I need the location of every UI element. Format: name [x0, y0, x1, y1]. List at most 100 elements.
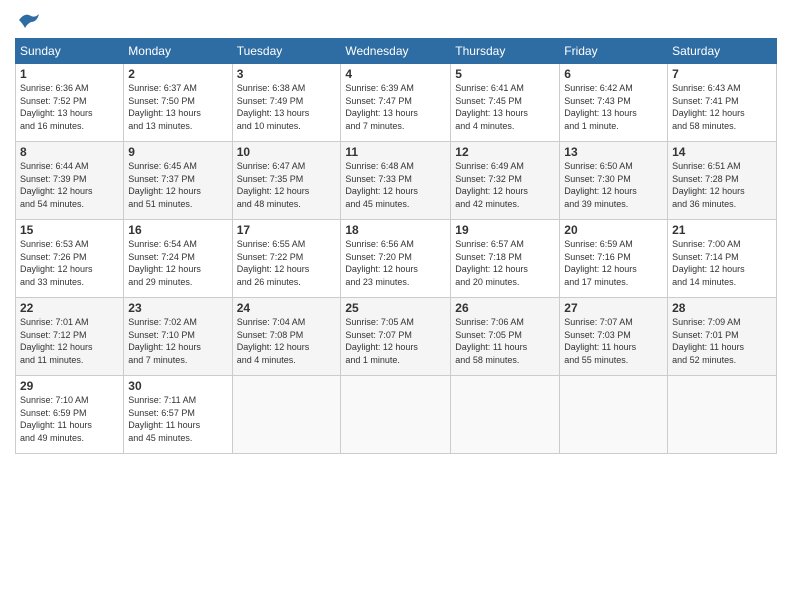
day-info: Sunrise: 7:05 AM Sunset: 7:07 PM Dayligh… — [345, 316, 446, 366]
calendar-cell: 10Sunrise: 6:47 AM Sunset: 7:35 PM Dayli… — [232, 142, 341, 220]
calendar-cell: 7Sunrise: 6:43 AM Sunset: 7:41 PM Daylig… — [668, 64, 777, 142]
calendar-cell: 12Sunrise: 6:49 AM Sunset: 7:32 PM Dayli… — [451, 142, 560, 220]
weekday-header-monday: Monday — [124, 39, 232, 64]
calendar-cell: 22Sunrise: 7:01 AM Sunset: 7:12 PM Dayli… — [16, 298, 124, 376]
calendar-cell: 5Sunrise: 6:41 AM Sunset: 7:45 PM Daylig… — [451, 64, 560, 142]
day-info: Sunrise: 7:10 AM Sunset: 6:59 PM Dayligh… — [20, 394, 119, 444]
weekday-header-sunday: Sunday — [16, 39, 124, 64]
day-number: 13 — [564, 145, 663, 159]
day-info: Sunrise: 6:57 AM Sunset: 7:18 PM Dayligh… — [455, 238, 555, 288]
calendar-cell: 15Sunrise: 6:53 AM Sunset: 7:26 PM Dayli… — [16, 220, 124, 298]
day-number: 7 — [672, 67, 772, 81]
day-info: Sunrise: 6:59 AM Sunset: 7:16 PM Dayligh… — [564, 238, 663, 288]
day-number: 21 — [672, 223, 772, 237]
day-number: 23 — [128, 301, 227, 315]
calendar-cell: 20Sunrise: 6:59 AM Sunset: 7:16 PM Dayli… — [560, 220, 668, 298]
day-info: Sunrise: 6:54 AM Sunset: 7:24 PM Dayligh… — [128, 238, 227, 288]
day-info: Sunrise: 6:51 AM Sunset: 7:28 PM Dayligh… — [672, 160, 772, 210]
calendar-cell: 11Sunrise: 6:48 AM Sunset: 7:33 PM Dayli… — [341, 142, 451, 220]
day-number: 10 — [237, 145, 337, 159]
calendar-cell: 1Sunrise: 6:36 AM Sunset: 7:52 PM Daylig… — [16, 64, 124, 142]
calendar-cell: 18Sunrise: 6:56 AM Sunset: 7:20 PM Dayli… — [341, 220, 451, 298]
calendar-cell: 30Sunrise: 7:11 AM Sunset: 6:57 PM Dayli… — [124, 376, 232, 454]
weekday-header-saturday: Saturday — [668, 39, 777, 64]
calendar-cell: 4Sunrise: 6:39 AM Sunset: 7:47 PM Daylig… — [341, 64, 451, 142]
calendar-cell — [668, 376, 777, 454]
calendar-week-row: 29Sunrise: 7:10 AM Sunset: 6:59 PM Dayli… — [16, 376, 777, 454]
calendar-cell: 29Sunrise: 7:10 AM Sunset: 6:59 PM Dayli… — [16, 376, 124, 454]
day-number: 11 — [345, 145, 446, 159]
day-info: Sunrise: 6:43 AM Sunset: 7:41 PM Dayligh… — [672, 82, 772, 132]
day-info: Sunrise: 6:56 AM Sunset: 7:20 PM Dayligh… — [345, 238, 446, 288]
day-number: 26 — [455, 301, 555, 315]
calendar-cell: 14Sunrise: 6:51 AM Sunset: 7:28 PM Dayli… — [668, 142, 777, 220]
day-info: Sunrise: 6:38 AM Sunset: 7:49 PM Dayligh… — [237, 82, 337, 132]
calendar-cell: 3Sunrise: 6:38 AM Sunset: 7:49 PM Daylig… — [232, 64, 341, 142]
calendar-cell: 13Sunrise: 6:50 AM Sunset: 7:30 PM Dayli… — [560, 142, 668, 220]
day-info: Sunrise: 6:39 AM Sunset: 7:47 PM Dayligh… — [345, 82, 446, 132]
day-info: Sunrise: 6:42 AM Sunset: 7:43 PM Dayligh… — [564, 82, 663, 132]
day-info: Sunrise: 7:00 AM Sunset: 7:14 PM Dayligh… — [672, 238, 772, 288]
day-number: 9 — [128, 145, 227, 159]
day-info: Sunrise: 7:11 AM Sunset: 6:57 PM Dayligh… — [128, 394, 227, 444]
day-number: 18 — [345, 223, 446, 237]
calendar-cell: 21Sunrise: 7:00 AM Sunset: 7:14 PM Dayli… — [668, 220, 777, 298]
day-number: 24 — [237, 301, 337, 315]
day-number: 25 — [345, 301, 446, 315]
day-number: 2 — [128, 67, 227, 81]
day-info: Sunrise: 6:49 AM Sunset: 7:32 PM Dayligh… — [455, 160, 555, 210]
day-number: 29 — [20, 379, 119, 393]
header — [15, 10, 777, 30]
day-info: Sunrise: 6:45 AM Sunset: 7:37 PM Dayligh… — [128, 160, 227, 210]
calendar-cell: 2Sunrise: 6:37 AM Sunset: 7:50 PM Daylig… — [124, 64, 232, 142]
day-number: 27 — [564, 301, 663, 315]
calendar-cell: 19Sunrise: 6:57 AM Sunset: 7:18 PM Dayli… — [451, 220, 560, 298]
day-info: Sunrise: 6:44 AM Sunset: 7:39 PM Dayligh… — [20, 160, 119, 210]
calendar-cell: 24Sunrise: 7:04 AM Sunset: 7:08 PM Dayli… — [232, 298, 341, 376]
day-info: Sunrise: 7:09 AM Sunset: 7:01 PM Dayligh… — [672, 316, 772, 366]
calendar-cell: 28Sunrise: 7:09 AM Sunset: 7:01 PM Dayli… — [668, 298, 777, 376]
day-info: Sunrise: 7:07 AM Sunset: 7:03 PM Dayligh… — [564, 316, 663, 366]
day-number: 22 — [20, 301, 119, 315]
calendar-cell: 27Sunrise: 7:07 AM Sunset: 7:03 PM Dayli… — [560, 298, 668, 376]
day-info: Sunrise: 7:02 AM Sunset: 7:10 PM Dayligh… — [128, 316, 227, 366]
day-number: 30 — [128, 379, 227, 393]
day-info: Sunrise: 6:53 AM Sunset: 7:26 PM Dayligh… — [20, 238, 119, 288]
day-info: Sunrise: 6:48 AM Sunset: 7:33 PM Dayligh… — [345, 160, 446, 210]
calendar-cell: 17Sunrise: 6:55 AM Sunset: 7:22 PM Dayli… — [232, 220, 341, 298]
calendar-table: SundayMondayTuesdayWednesdayThursdayFrid… — [15, 38, 777, 454]
calendar-cell — [560, 376, 668, 454]
day-info: Sunrise: 6:47 AM Sunset: 7:35 PM Dayligh… — [237, 160, 337, 210]
calendar-cell: 6Sunrise: 6:42 AM Sunset: 7:43 PM Daylig… — [560, 64, 668, 142]
day-number: 4 — [345, 67, 446, 81]
calendar-header-row: SundayMondayTuesdayWednesdayThursdayFrid… — [16, 39, 777, 64]
weekday-header-tuesday: Tuesday — [232, 39, 341, 64]
calendar-cell: 25Sunrise: 7:05 AM Sunset: 7:07 PM Dayli… — [341, 298, 451, 376]
calendar-cell: 16Sunrise: 6:54 AM Sunset: 7:24 PM Dayli… — [124, 220, 232, 298]
day-number: 15 — [20, 223, 119, 237]
calendar-cell — [451, 376, 560, 454]
day-number: 12 — [455, 145, 555, 159]
day-info: Sunrise: 6:50 AM Sunset: 7:30 PM Dayligh… — [564, 160, 663, 210]
weekday-header-wednesday: Wednesday — [341, 39, 451, 64]
calendar-cell — [232, 376, 341, 454]
day-info: Sunrise: 6:55 AM Sunset: 7:22 PM Dayligh… — [237, 238, 337, 288]
day-number: 3 — [237, 67, 337, 81]
calendar-week-row: 15Sunrise: 6:53 AM Sunset: 7:26 PM Dayli… — [16, 220, 777, 298]
calendar-cell — [341, 376, 451, 454]
calendar-cell: 8Sunrise: 6:44 AM Sunset: 7:39 PM Daylig… — [16, 142, 124, 220]
day-number: 1 — [20, 67, 119, 81]
day-number: 19 — [455, 223, 555, 237]
day-info: Sunrise: 7:04 AM Sunset: 7:08 PM Dayligh… — [237, 316, 337, 366]
calendar-week-row: 22Sunrise: 7:01 AM Sunset: 7:12 PM Dayli… — [16, 298, 777, 376]
day-number: 14 — [672, 145, 772, 159]
day-info: Sunrise: 7:06 AM Sunset: 7:05 PM Dayligh… — [455, 316, 555, 366]
day-info: Sunrise: 7:01 AM Sunset: 7:12 PM Dayligh… — [20, 316, 119, 366]
logo-bird-icon — [17, 10, 41, 30]
day-number: 16 — [128, 223, 227, 237]
weekday-header-thursday: Thursday — [451, 39, 560, 64]
day-number: 5 — [455, 67, 555, 81]
page-container: SundayMondayTuesdayWednesdayThursdayFrid… — [0, 0, 792, 612]
day-info: Sunrise: 6:37 AM Sunset: 7:50 PM Dayligh… — [128, 82, 227, 132]
weekday-header-friday: Friday — [560, 39, 668, 64]
